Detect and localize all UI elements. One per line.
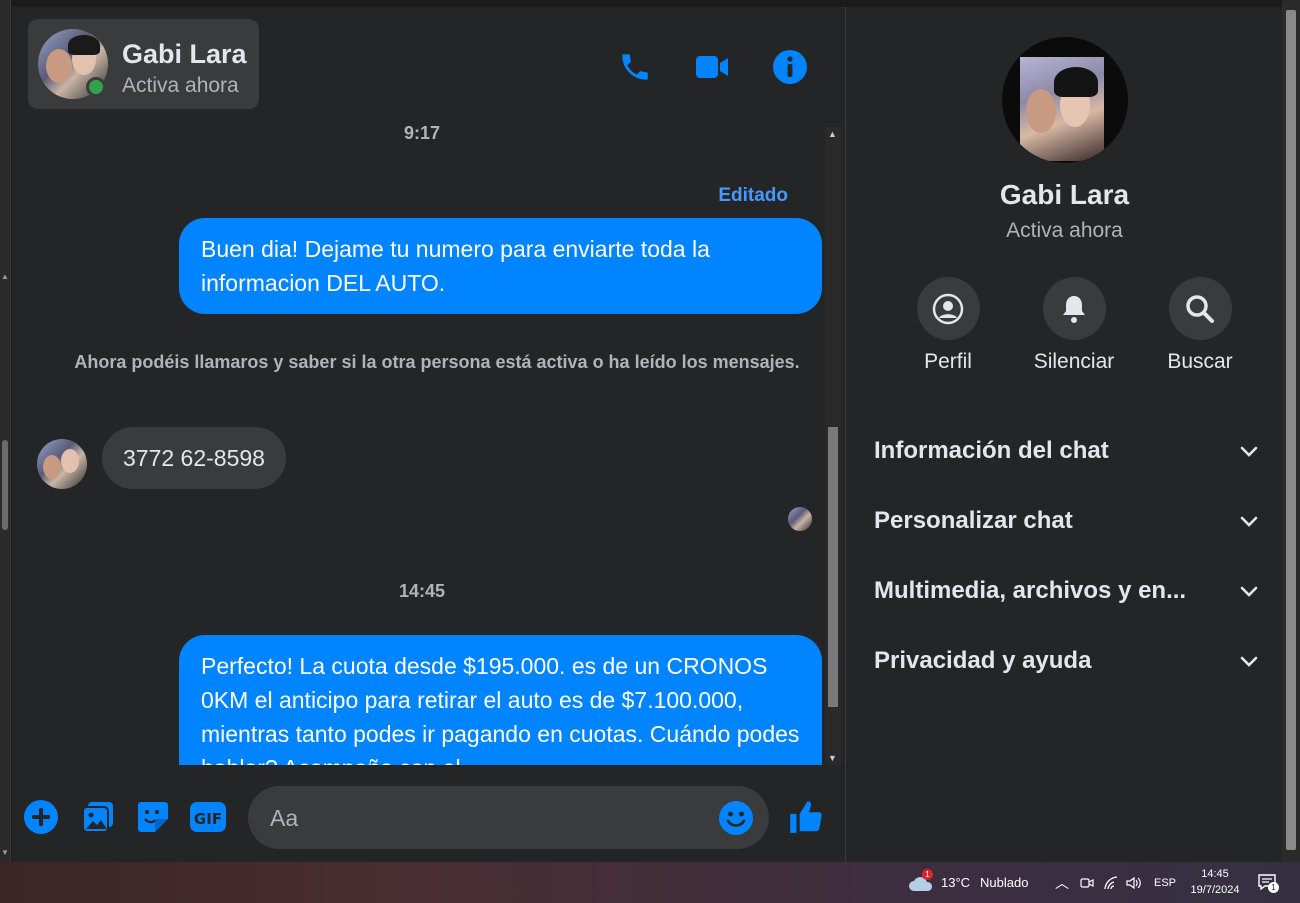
section-label: Privacidad y ayuda (874, 647, 1092, 674)
weather-desc: Nublado (980, 875, 1029, 890)
weather-temp: 13°C (941, 875, 971, 890)
system-notice: Ahora podéis llamaros y saber si la otra… (74, 352, 800, 372)
message-list[interactable]: 9:17 Editado Buen dia! Dejame tu numero … (12, 117, 832, 765)
section-customize-chat[interactable]: Personalizar chat (874, 496, 1259, 546)
outgoing-message[interactable]: Perfecto! La cuota desde $195.000. es de… (179, 635, 822, 765)
right-window-scrollbar[interactable] (1282, 0, 1300, 862)
video-call-icon[interactable] (692, 47, 732, 87)
mute-action[interactable]: Silenciar (1019, 277, 1129, 374)
bell-icon[interactable] (1042, 277, 1106, 340)
weather-widget[interactable]: 1 13°C Nublado (908, 862, 1028, 903)
show-hidden-icons-icon[interactable]: ︿ (1055, 862, 1069, 903)
gif-icon[interactable]: GIF (188, 797, 228, 837)
photo-icon[interactable] (78, 797, 118, 837)
section-chat-info[interactable]: Información del chat (874, 426, 1259, 476)
cloud-icon: 1 (908, 868, 934, 893)
profile-action-label: Perfil (924, 350, 972, 373)
chat-column: Gabi Lara Activa ahora 9:17 Editado Buen… (12, 7, 846, 862)
profile-name: Gabi Lara (999, 179, 1130, 210)
chevron-down-icon (1240, 586, 1258, 597)
incoming-message[interactable]: 3772 62-8598 (102, 427, 286, 489)
timestamp: 14:45 (398, 581, 446, 601)
info-icon[interactable] (770, 47, 810, 87)
emoji-icon[interactable] (716, 798, 756, 838)
language-indicator[interactable]: ESP (1154, 862, 1176, 903)
contact-status: Activa ahora (122, 74, 239, 97)
like-icon[interactable] (786, 797, 826, 837)
svg-text:GIF: GIF (194, 810, 222, 828)
chat-info-panel: Gabi Lara Activa ahora Perfil Silenciar … (847, 7, 1282, 862)
notification-count: 1 (1268, 881, 1279, 893)
section-privacy-help[interactable]: Privacidad y ayuda (874, 636, 1259, 686)
messenger-window: Gabi Lara Activa ahora 9:17 Editado Buen… (12, 0, 1282, 862)
section-label: Personalizar chat (874, 507, 1073, 534)
chat-header-contact[interactable]: Gabi Lara Activa ahora (28, 19, 259, 109)
timestamp: 9:17 (403, 123, 441, 143)
chevron-down-icon (1240, 446, 1258, 457)
left-window-scrollbar[interactable]: ▲ ▼ (0, 0, 11, 862)
profile-avatar[interactable] (1002, 37, 1128, 163)
section-label: Información del chat (874, 437, 1109, 464)
phone-icon[interactable] (615, 47, 655, 87)
search-action-label: Buscar (1167, 350, 1233, 373)
scroll-down-arrow-icon[interactable]: ▼ (1, 848, 9, 857)
profile-action[interactable]: Perfil (893, 277, 1003, 374)
windows-taskbar: 1 13°C Nublado ︿ ESP 14:45 19/7/2024 1 (0, 862, 1300, 903)
clock-date: 19/7/2024 (1190, 884, 1240, 896)
online-status-dot (86, 77, 106, 97)
scrollbar-thumb[interactable] (2, 440, 8, 530)
profile-status: Activa ahora (1006, 219, 1123, 242)
profile-icon[interactable] (916, 277, 980, 340)
sender-avatar[interactable] (37, 439, 87, 489)
scroll-up-arrow-icon[interactable]: ▲ (1, 272, 9, 281)
wifi-icon[interactable] (1103, 862, 1119, 903)
section-media-files[interactable]: Multimedia, archivos y en... (874, 566, 1259, 616)
scroll-down-arrow-icon[interactable]: ▼ (828, 753, 837, 763)
read-receipt-avatar (788, 507, 812, 531)
notifications-icon[interactable]: 1 (1258, 862, 1279, 903)
volume-icon[interactable] (1126, 862, 1142, 903)
message-input[interactable] (270, 800, 700, 836)
scrollbar-thumb[interactable] (1286, 10, 1296, 850)
section-label: Multimedia, archivos y en... (874, 577, 1187, 604)
weather-badge: 1 (922, 868, 933, 880)
chevron-down-icon (1240, 516, 1258, 527)
contact-name: Gabi Lara (122, 39, 247, 69)
chevron-down-icon (1240, 656, 1258, 667)
plus-icon[interactable] (21, 797, 61, 837)
search-action[interactable]: Buscar (1145, 277, 1255, 374)
scrollbar-thumb[interactable] (828, 427, 838, 707)
clock[interactable]: 14:45 19/7/2024 (1182, 866, 1248, 898)
mute-action-label: Silenciar (1033, 350, 1115, 373)
composer-bar: GIF (12, 767, 846, 862)
meet-now-icon[interactable] (1080, 862, 1094, 903)
clock-time: 14:45 (1201, 868, 1229, 880)
sticker-icon[interactable] (133, 797, 173, 837)
message-scrollbar[interactable]: ▲ ▼ (825, 127, 841, 765)
edited-label[interactable]: Editado (718, 185, 788, 207)
message-input-container (248, 786, 769, 849)
search-icon[interactable] (1168, 277, 1232, 340)
outgoing-message[interactable]: Buen dia! Dejame tu numero para enviarte… (179, 218, 822, 314)
scroll-up-arrow-icon[interactable]: ▲ (828, 129, 837, 139)
